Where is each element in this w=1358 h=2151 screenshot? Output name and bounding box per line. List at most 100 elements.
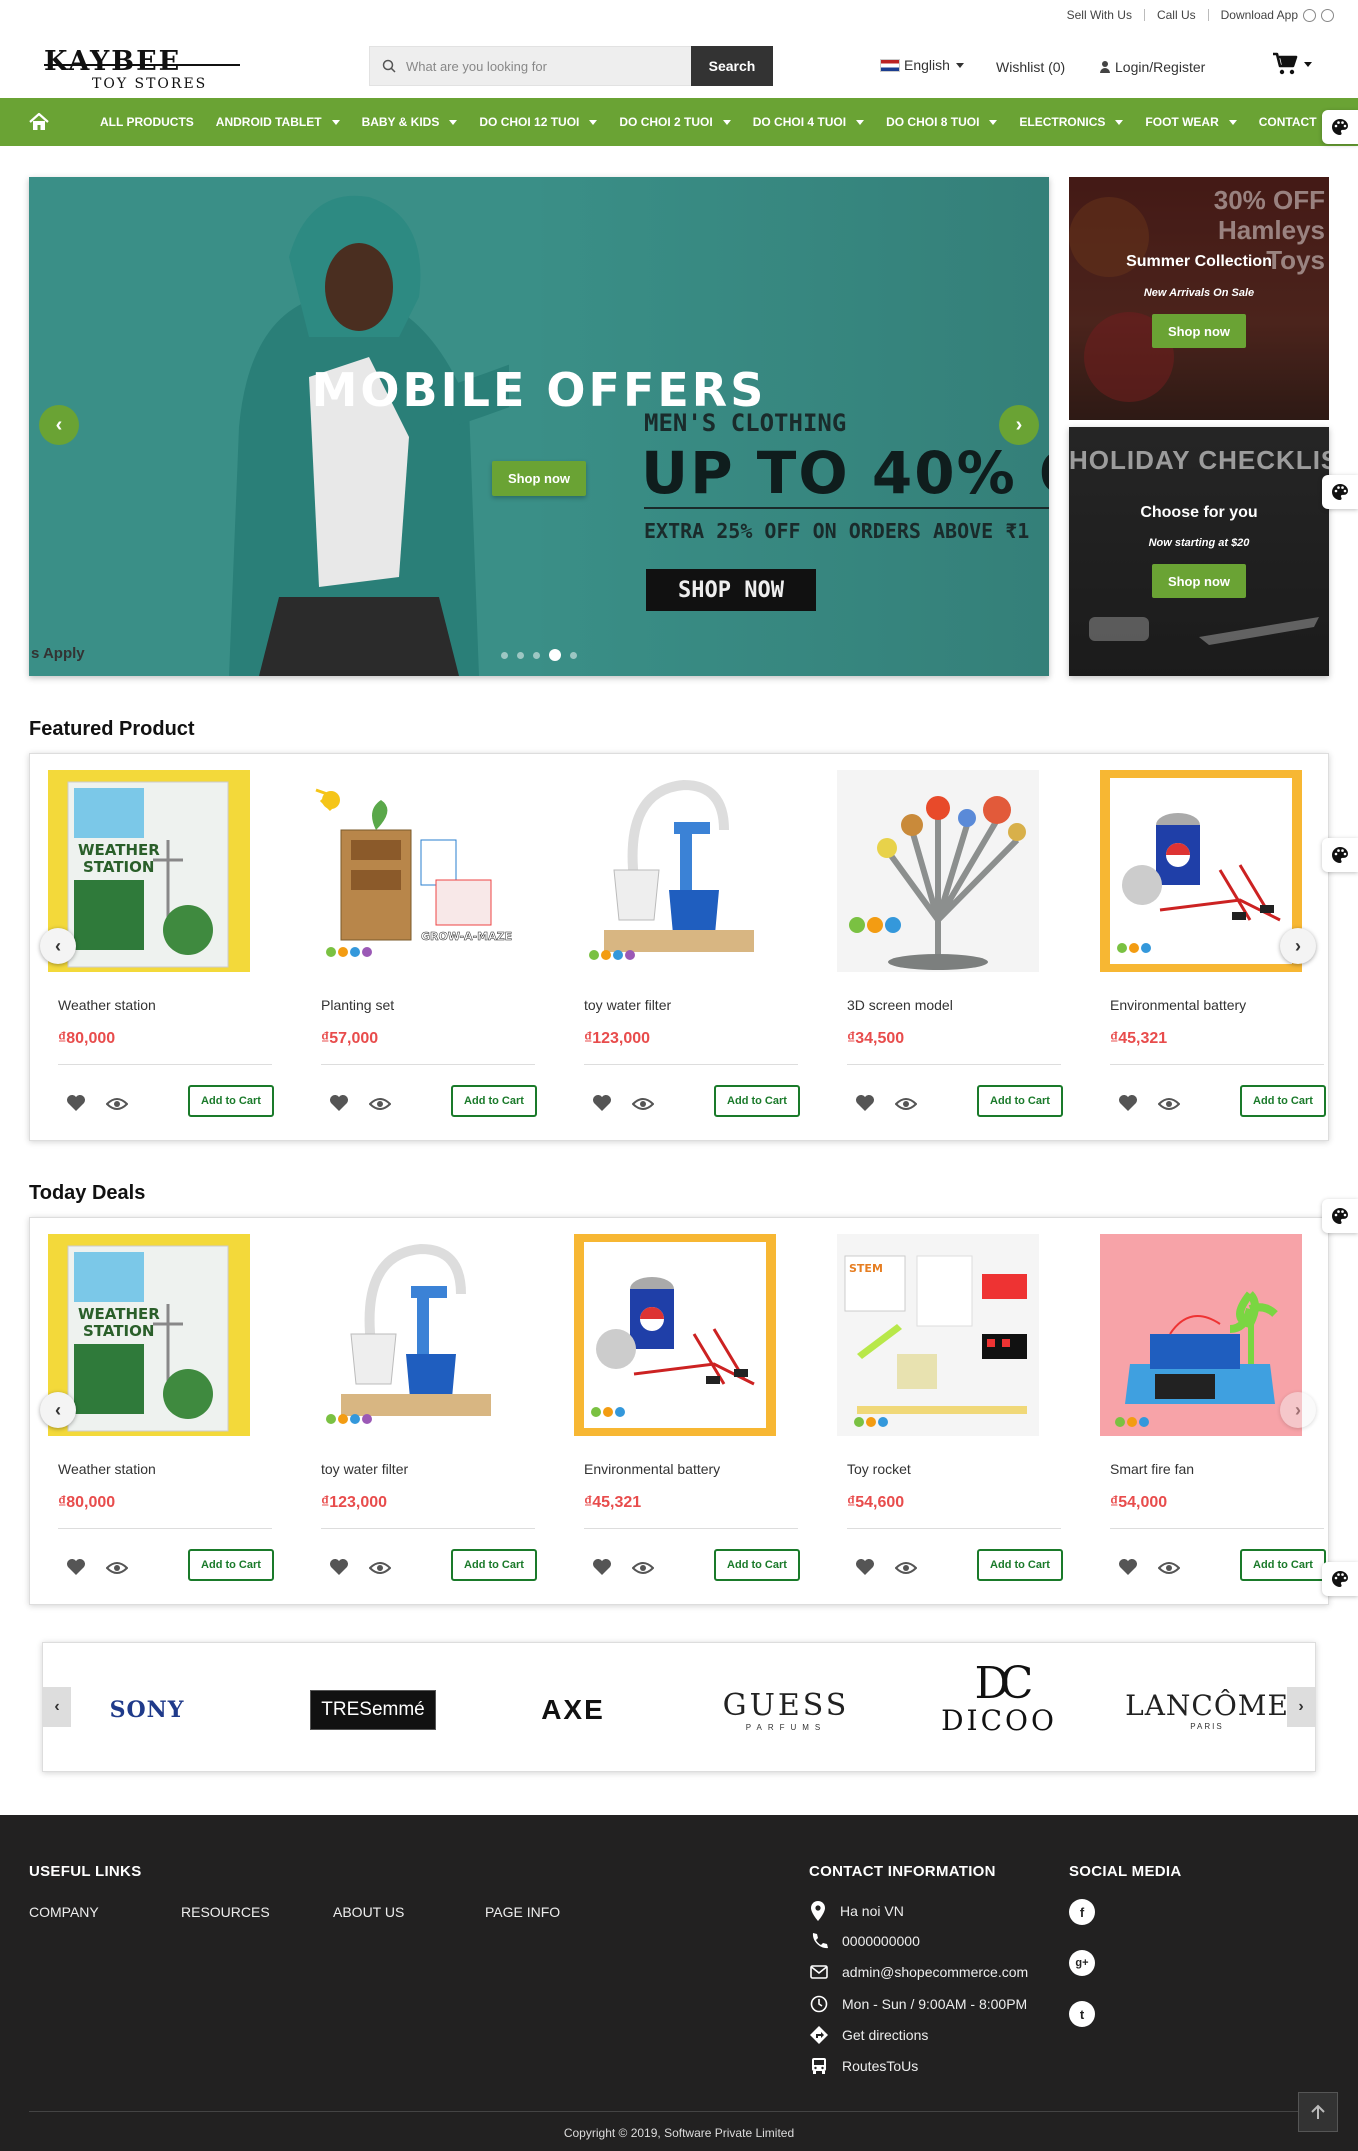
product-name[interactable]: Toy rocket [847, 1461, 911, 1477]
footer-link-company[interactable]: COMPANY [29, 1904, 99, 1920]
contact-routes[interactable]: RoutesToUs [810, 2057, 918, 2075]
add-to-cart-button[interactable]: Add to Cart [1240, 1549, 1326, 1581]
heart-icon[interactable] [592, 1094, 612, 1112]
wishlist-link[interactable]: Wishlist (0) [996, 59, 1065, 75]
carousel-next-button[interactable]: › [1280, 1392, 1316, 1428]
heart-icon[interactable] [66, 1094, 86, 1112]
android-icon[interactable] [1321, 8, 1334, 22]
footer-link-page-info[interactable]: PAGE INFO [485, 1904, 560, 1920]
heart-icon[interactable] [855, 1558, 875, 1576]
nav-item-9[interactable]: CONTACT [1259, 115, 1317, 129]
theme-switcher[interactable] [1322, 1562, 1358, 1596]
product-name[interactable]: toy water filter [321, 1461, 408, 1477]
eye-icon[interactable] [369, 1561, 391, 1575]
hero-next-button[interactable]: › [999, 405, 1039, 445]
heart-icon[interactable] [1118, 1558, 1138, 1576]
banner-shop-now-button[interactable]: Shop now [1152, 564, 1246, 598]
eye-icon[interactable] [895, 1561, 917, 1575]
product-image[interactable] [1100, 770, 1302, 972]
add-to-cart-button[interactable]: Add to Cart [451, 1549, 537, 1581]
carousel-next-button[interactable]: › [1280, 928, 1316, 964]
footer-link-resources[interactable]: RESOURCES [181, 1904, 270, 1920]
call-us-link[interactable]: Call Us [1157, 8, 1196, 22]
add-to-cart-button[interactable]: Add to Cart [451, 1085, 537, 1117]
nav-item-7[interactable]: ELECTRONICS [1019, 115, 1124, 129]
facebook-icon[interactable]: f [1069, 1899, 1095, 1925]
nav-item-8[interactable]: FOOT WEAR [1145, 115, 1237, 129]
product-name[interactable]: 3D screen model [847, 997, 953, 1013]
brand-dicoo[interactable]: DC DICOO [909, 1661, 1089, 1737]
product-image[interactable]: STEM [837, 1234, 1039, 1436]
product-image[interactable] [837, 770, 1039, 972]
eye-icon[interactable] [106, 1097, 128, 1111]
nav-item-3[interactable]: DO CHOI 12 TUOI [479, 115, 598, 129]
nav-item-4[interactable]: DO CHOI 2 TUOI [619, 115, 731, 129]
heart-icon[interactable] [329, 1558, 349, 1576]
carousel-prev-button[interactable]: ‹ [40, 1392, 76, 1428]
product-name[interactable]: Environmental battery [1110, 997, 1246, 1013]
add-to-cart-button[interactable]: Add to Cart [977, 1549, 1063, 1581]
product-image[interactable] [574, 770, 776, 972]
nav-item-6[interactable]: DO CHOI 8 TUOI [886, 115, 998, 129]
slider-dot[interactable] [549, 649, 561, 661]
eye-icon[interactable] [1158, 1097, 1180, 1111]
add-to-cart-button[interactable]: Add to Cart [188, 1549, 274, 1581]
nav-item-0[interactable]: ALL PRODUCTS [100, 115, 194, 129]
scroll-to-top-button[interactable] [1298, 2092, 1338, 2132]
eye-icon[interactable] [632, 1561, 654, 1575]
product-image[interactable]: WEATHERSTATION [48, 770, 250, 972]
slider-dot[interactable] [517, 651, 524, 659]
search-input[interactable] [406, 58, 666, 74]
product-name[interactable]: Smart fire fan [1110, 1461, 1194, 1477]
slider-dot[interactable] [501, 651, 508, 659]
nav-item-1[interactable]: ANDROID TABLET [216, 115, 340, 129]
login-register-link[interactable]: Login/Register [1100, 59, 1205, 75]
product-image[interactable]: GROW-A-MAZE [311, 770, 513, 972]
contact-directions[interactable]: Get directions [810, 2026, 928, 2044]
language-selector[interactable]: English [880, 57, 964, 73]
brand-sony[interactable]: SONY [57, 1675, 237, 1745]
brand-guess[interactable]: GUESS PARFUMS [696, 1675, 876, 1745]
product-name[interactable]: Weather station [58, 1461, 156, 1477]
theme-switcher[interactable] [1322, 838, 1358, 872]
add-to-cart-button[interactable]: Add to Cart [714, 1085, 800, 1117]
heart-icon[interactable] [592, 1558, 612, 1576]
heart-icon[interactable] [1118, 1094, 1138, 1112]
hero-prev-button[interactable]: ‹ [39, 405, 79, 445]
hero-shop-now-button[interactable]: Shop now [492, 461, 586, 496]
product-image[interactable] [311, 1234, 513, 1436]
footer-link-about-us[interactable]: ABOUT US [333, 1904, 404, 1920]
add-to-cart-button[interactable]: Add to Cart [977, 1085, 1063, 1117]
cart-button[interactable] [1272, 52, 1312, 76]
product-image[interactable] [1100, 1234, 1302, 1436]
brand-axe[interactable]: AXE [483, 1675, 663, 1745]
product-name[interactable]: toy water filter [584, 997, 671, 1013]
product-name[interactable]: Planting set [321, 997, 394, 1013]
logo[interactable]: KAYBEE TOY STORES [44, 40, 240, 92]
theme-switcher[interactable] [1322, 1199, 1358, 1233]
apple-icon[interactable] [1303, 8, 1316, 22]
theme-switcher[interactable] [1322, 475, 1358, 509]
banner-shop-now-button[interactable]: Shop now [1152, 314, 1246, 348]
product-name[interactable]: Environmental battery [584, 1461, 720, 1477]
brand-tresemme[interactable]: TRESemmé [283, 1675, 463, 1745]
product-name[interactable]: Weather station [58, 997, 156, 1013]
nav-item-2[interactable]: BABY & KIDS [362, 115, 458, 129]
google-plus-icon[interactable]: g+ [1069, 1950, 1095, 1976]
eye-icon[interactable] [106, 1561, 128, 1575]
nav-item-5[interactable]: DO CHOI 4 TUOI [753, 115, 865, 129]
download-app-link[interactable]: Download App [1221, 8, 1298, 22]
eye-icon[interactable] [1158, 1561, 1180, 1575]
heart-icon[interactable] [66, 1558, 86, 1576]
heart-icon[interactable] [855, 1094, 875, 1112]
add-to-cart-button[interactable]: Add to Cart [714, 1549, 800, 1581]
brand-lancome[interactable]: LANCÔME PARIS [1117, 1675, 1297, 1745]
eye-icon[interactable] [632, 1097, 654, 1111]
sell-with-us-link[interactable]: Sell With Us [1067, 8, 1132, 22]
brand-next-button[interactable]: › [1287, 1687, 1315, 1727]
eye-icon[interactable] [895, 1097, 917, 1111]
add-to-cart-button[interactable]: Add to Cart [1240, 1085, 1326, 1117]
eye-icon[interactable] [369, 1097, 391, 1111]
contact-email-text[interactable]: admin@shopecommerce.com [842, 1964, 1028, 1980]
twitter-icon[interactable]: t [1069, 2001, 1095, 2027]
